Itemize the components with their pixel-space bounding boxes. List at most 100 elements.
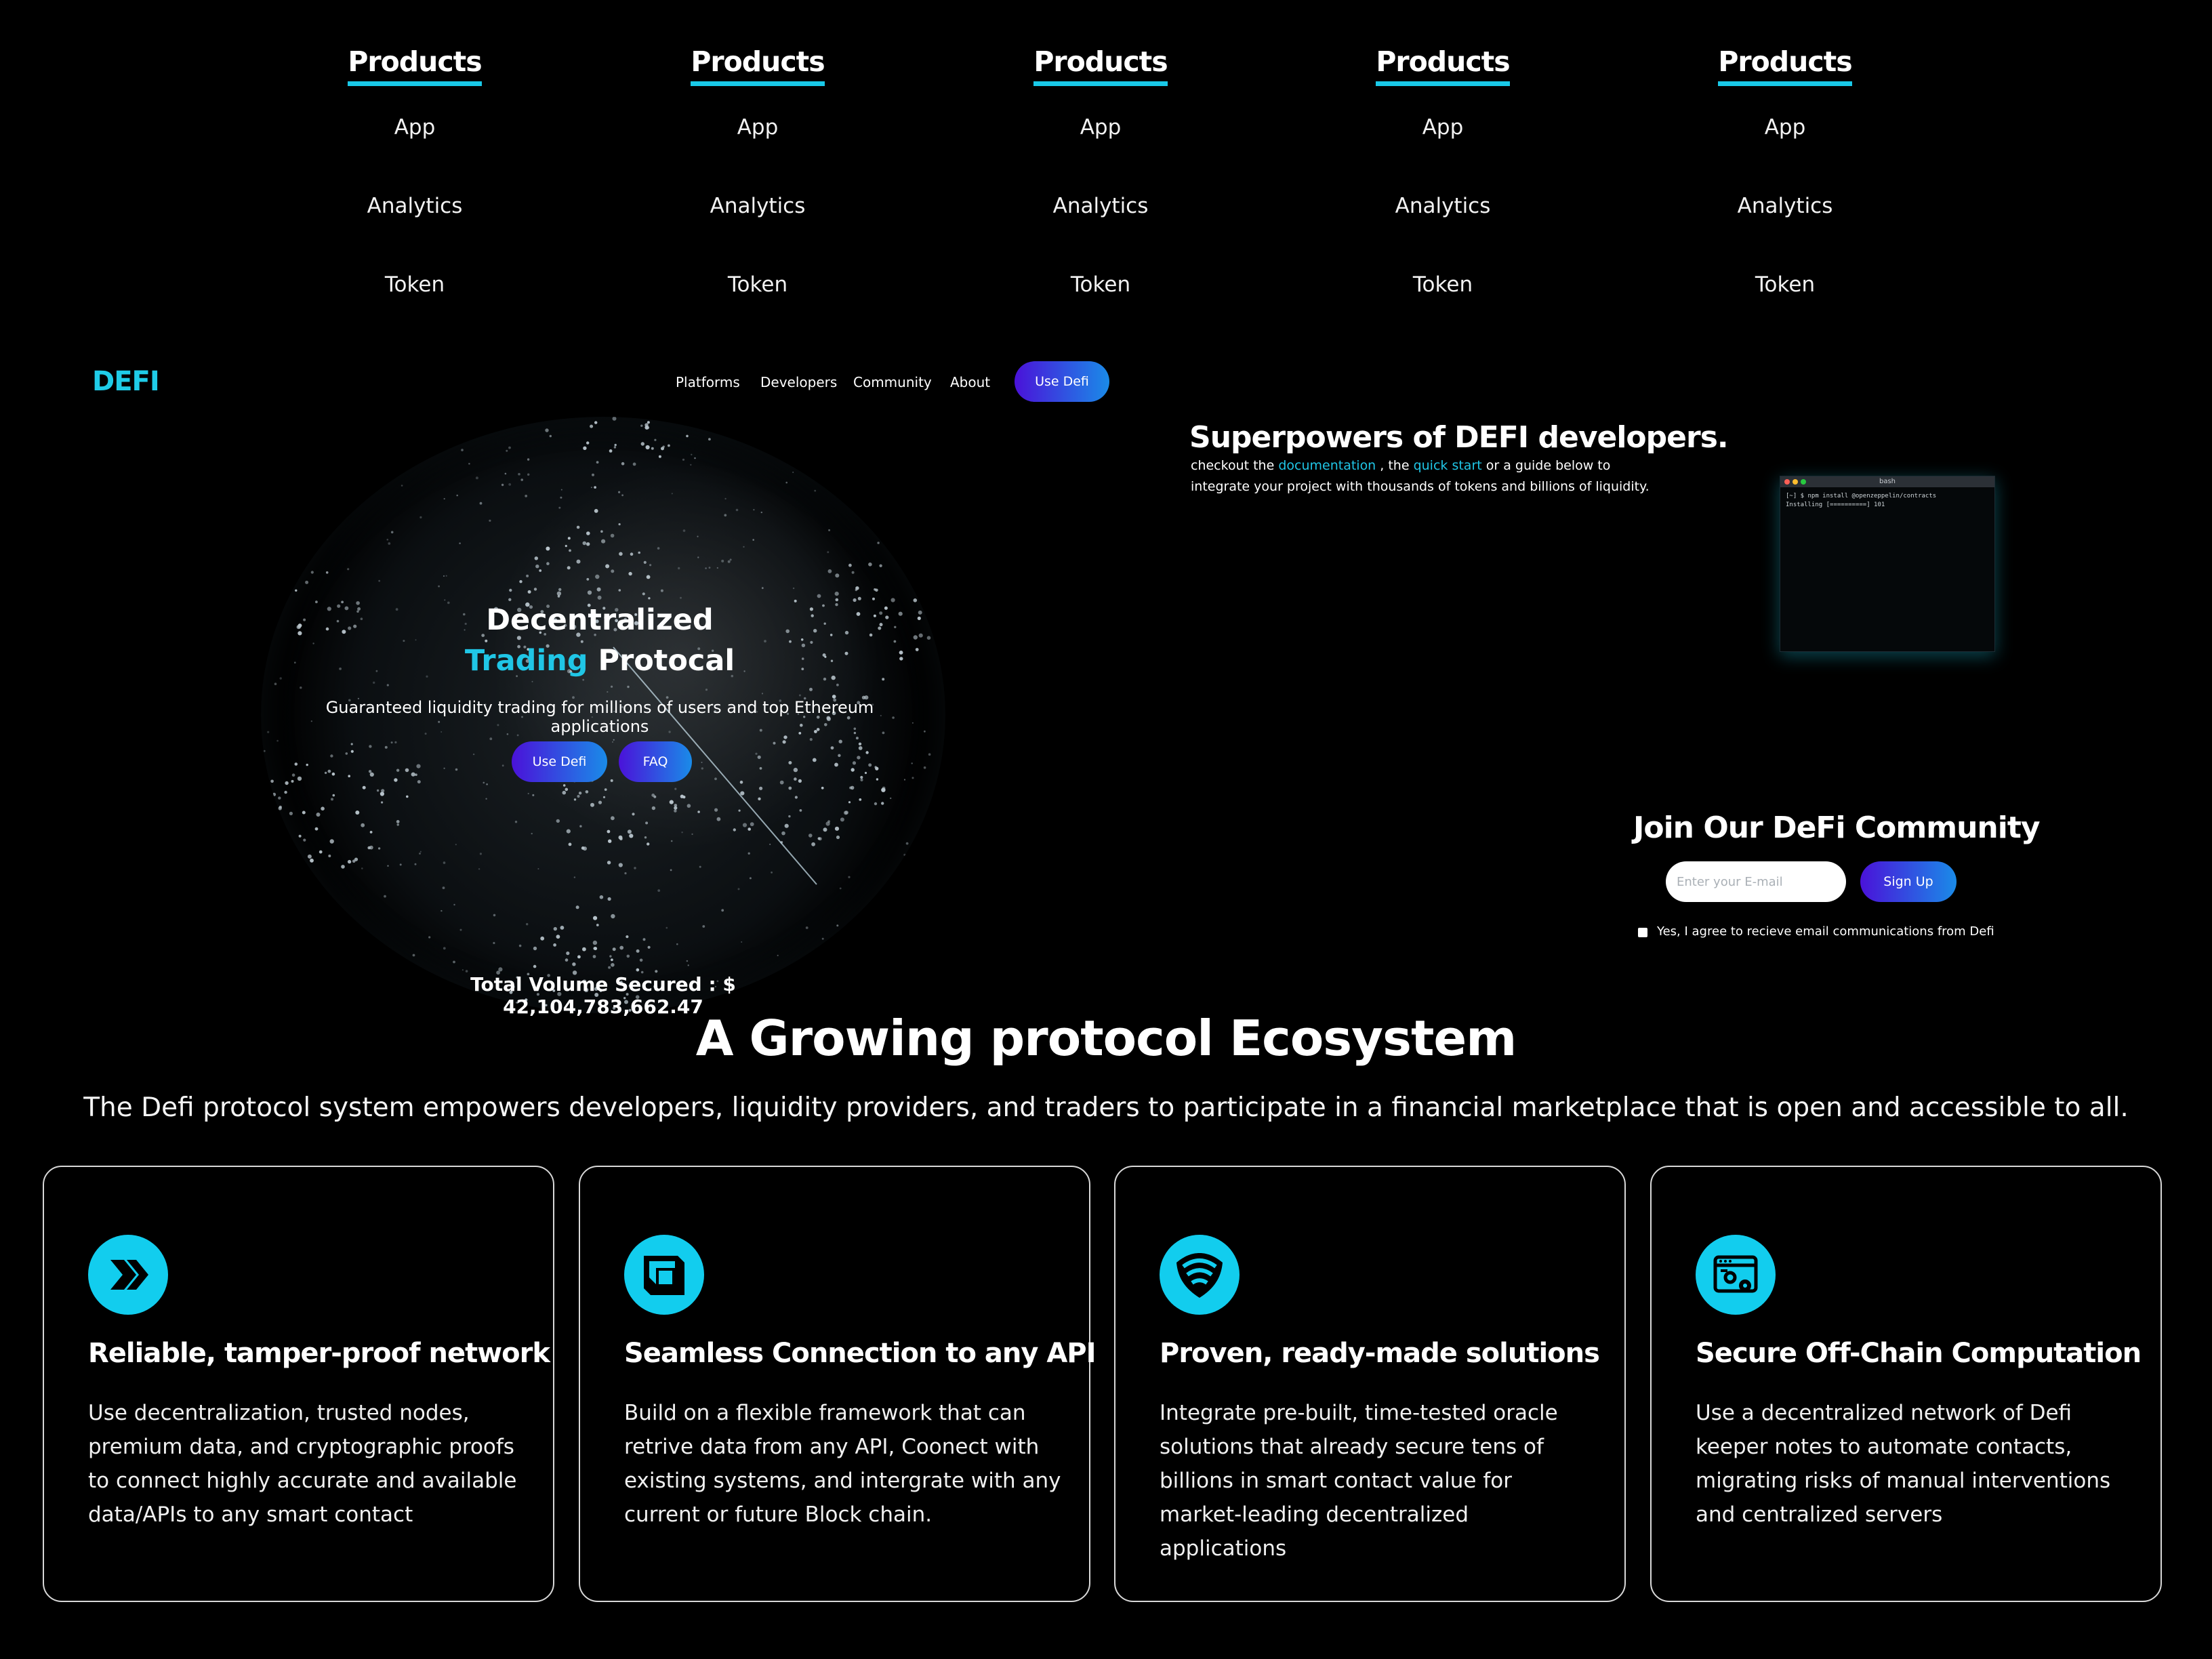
nav-community[interactable]: Community (853, 374, 932, 390)
globe-dot (926, 636, 931, 640)
globe-dot (607, 861, 611, 865)
globe-dot (680, 596, 682, 599)
menu-item-app[interactable]: App (656, 115, 859, 140)
quick-start-link[interactable]: quick start (1414, 458, 1482, 473)
globe-dot (611, 816, 615, 821)
dev-title: Superpowers of DEFI developers. (1189, 420, 1729, 455)
globe-dot (508, 446, 511, 449)
globe-dot (830, 746, 834, 750)
globe-dot (577, 794, 580, 798)
globe-dot (263, 750, 266, 752)
nav-developers[interactable]: Developers (760, 374, 837, 390)
globe-dot (687, 804, 691, 808)
globe-dot (565, 958, 569, 962)
products-heading[interactable]: Products (691, 46, 825, 86)
globe-dot (310, 571, 314, 574)
globe-dot (295, 589, 298, 592)
menu-item-app[interactable]: App (1341, 115, 1544, 140)
menu-item-token[interactable]: Token (999, 272, 1202, 297)
globe-dot (877, 541, 880, 544)
menu-item-analytics[interactable]: Analytics (313, 194, 516, 218)
globe-dot (821, 937, 824, 940)
globe-dot (455, 768, 458, 771)
globe-dot (809, 738, 813, 741)
globe-dot (629, 834, 634, 838)
globe-dot (493, 914, 496, 917)
globe-dot (329, 839, 334, 844)
agree-checkbox[interactable] (1638, 928, 1647, 937)
globe-dot (381, 789, 385, 793)
globe-dot (913, 598, 918, 602)
globe-dot (613, 739, 615, 741)
globe-dot (479, 501, 483, 505)
globe-dot (714, 777, 717, 781)
globe-dot (546, 562, 550, 565)
products-heading[interactable]: Products (1033, 46, 1168, 86)
globe-dot (738, 809, 741, 812)
globe-dot (586, 441, 590, 445)
nav-about[interactable]: About (950, 374, 990, 390)
globe-dot (646, 575, 651, 579)
menu-item-token[interactable]: Token (313, 272, 516, 297)
documentation-link[interactable]: documentation (1278, 458, 1376, 473)
globe-dot (483, 781, 485, 784)
products-heading[interactable]: Products (348, 46, 483, 86)
globe-dot (416, 764, 421, 769)
globe-dot (417, 780, 421, 784)
sign-up-button[interactable]: Sign Up (1860, 861, 1957, 902)
globe-dot (577, 955, 581, 959)
menu-item-analytics[interactable]: Analytics (1341, 194, 1544, 218)
menu-item-token[interactable]: Token (1341, 272, 1544, 297)
globe-dot (611, 963, 615, 967)
globe-dot (324, 771, 327, 775)
globe-dot (394, 778, 398, 782)
globe-dot (647, 421, 650, 424)
menu-item-analytics[interactable]: Analytics (1683, 194, 1887, 218)
globe-dot (518, 472, 520, 476)
nav-platforms[interactable]: Platforms (676, 374, 740, 390)
globe-dot (419, 516, 422, 518)
globe-dot (560, 496, 562, 499)
globe-dot (653, 795, 657, 798)
card-text: Build on a flexible framework that can r… (624, 1401, 1061, 1527)
menu-item-app[interactable]: App (1683, 115, 1887, 140)
globe-dot (690, 464, 692, 466)
menu-item-analytics[interactable]: Analytics (656, 194, 859, 218)
products-heading[interactable]: Products (1376, 46, 1511, 86)
globe-dot (651, 806, 656, 811)
globe-dot (835, 573, 840, 578)
card-text: Use a decentralized network of Defi keep… (1696, 1401, 2111, 1527)
email-input[interactable] (1666, 861, 1846, 902)
menu-item-token[interactable]: Token (656, 272, 859, 297)
globe-dot (674, 804, 678, 807)
globe-dot (757, 755, 761, 759)
products-heading[interactable]: Products (1718, 46, 1853, 86)
globe-dot (319, 850, 323, 854)
menu-item-app[interactable]: App (313, 115, 516, 140)
globe-dot (682, 796, 686, 799)
menu-item-token[interactable]: Token (1683, 272, 1887, 297)
globe-dot (549, 434, 552, 438)
globe-dot (788, 786, 792, 790)
menu-item-app[interactable]: App (999, 115, 1202, 140)
hero-subtitle: Guaranteed liquidity trading for million… (325, 698, 874, 736)
hero-faq-button[interactable]: FAQ (619, 741, 692, 782)
globe-dot (598, 800, 602, 804)
globe-dot (590, 424, 594, 428)
feature-card: Seamless Connection to any API Build on … (579, 1166, 1096, 1602)
globe-dot (307, 854, 312, 859)
globe-dot (838, 754, 841, 757)
globe-dot (737, 888, 740, 890)
globe-dot (399, 863, 402, 866)
nav-use-defi-button[interactable]: Use Defi (1015, 361, 1109, 402)
globe-dot (514, 821, 518, 823)
globe-dot (568, 842, 572, 846)
logo[interactable]: DEFI (92, 366, 160, 397)
globe-dot (912, 722, 914, 724)
globe-dot (518, 944, 522, 947)
menu-item-analytics[interactable]: Analytics (999, 194, 1202, 218)
globe-dot (302, 811, 306, 815)
hero-use-defi-button[interactable]: Use Defi (512, 741, 607, 782)
globe-dot (314, 827, 319, 831)
card-text: Use decentralization, trusted nodes, pre… (88, 1401, 517, 1527)
